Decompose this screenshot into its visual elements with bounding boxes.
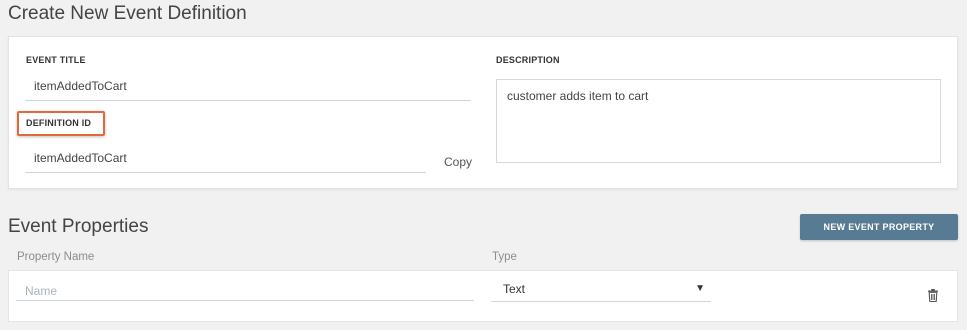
definition-id-label: DEFINITION ID [26,118,92,128]
property-name-input[interactable] [16,281,474,301]
trash-icon[interactable] [927,289,939,302]
property-type-select[interactable]: Text ▼ [491,280,711,302]
section-title: Event Properties [8,216,149,237]
new-event-property-button[interactable]: NEW EVENT PROPERTY [800,214,958,240]
definition-id-field[interactable]: itemAddedToCart [34,151,424,171]
definition-id-underline [25,172,426,173]
event-title-field[interactable]: itemAddedToCart [34,79,470,99]
copy-button[interactable]: Copy [444,155,472,169]
event-title-value: itemAddedToCart [34,79,127,93]
description-textarea[interactable]: customer adds item to cart [496,79,941,163]
column-header-type: Type [492,251,517,263]
caret-down-icon: ▼ [695,283,705,294]
page-title: Create New Event Definition [8,3,247,24]
description-label: DESCRIPTION [496,55,560,65]
column-header-property-name: Property Name [17,251,95,263]
definition-id-value: itemAddedToCart [34,151,127,165]
event-title-underline [25,100,471,101]
description-text: customer adds item to cart [507,89,649,103]
property-type-value: Text [503,282,526,296]
event-title-label: EVENT TITLE [26,55,86,65]
